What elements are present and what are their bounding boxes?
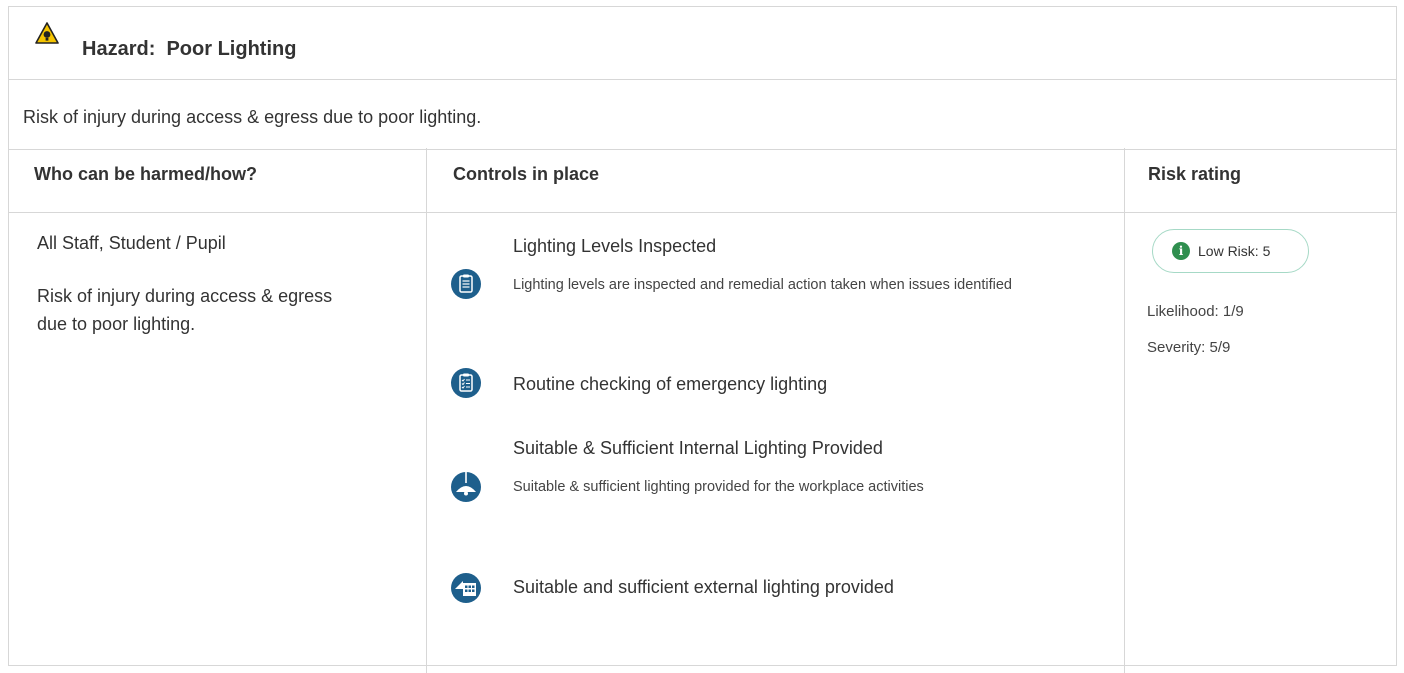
control-description: Lighting levels are inspected and remedi… — [513, 277, 1012, 293]
risk-badge-label: Low Risk: 5 — [1198, 243, 1271, 259]
header-who-harmed: Who can be harmed/how? — [34, 164, 258, 184]
control-description: Suitable & sufficient lighting provided … — [513, 479, 924, 495]
clipboard-icon — [451, 269, 481, 299]
column-divider — [426, 148, 427, 673]
control-title: Routine checking of emergency lighting — [513, 374, 828, 394]
control-title: Suitable and sufficient external lightin… — [513, 577, 894, 597]
hazard-title: Hazard: Poor Lighting — [82, 38, 297, 60]
header-controls: Controls in place — [453, 164, 600, 184]
info-icon: i — [1172, 242, 1190, 260]
who-harmed: All Staff, Student / Pupil — [37, 233, 226, 253]
checklist-icon — [451, 368, 481, 398]
warning-icon — [35, 22, 59, 44]
likelihood-value: Likelihood: 1/9 — [1147, 303, 1244, 320]
building-light-icon — [451, 573, 481, 603]
column-divider — [1124, 148, 1125, 673]
control-title: Suitable & Sufficient Internal Lighting … — [513, 438, 883, 458]
control-title: Lighting Levels Inspected — [513, 236, 717, 256]
severity-value: Severity: 5/9 — [1147, 339, 1231, 356]
ceiling-lamp-icon — [451, 472, 481, 502]
risk-badge[interactable]: i Low Risk: 5 — [1152, 229, 1309, 273]
header-risk-rating: Risk rating — [1148, 164, 1242, 184]
how-harmed: Risk of injury during access & egress du… — [37, 286, 333, 334]
who-harmed-cell: All Staff, Student / Pupil Risk of injur… — [37, 233, 357, 338]
hazard-description: Risk of injury during access & egress du… — [23, 107, 482, 127]
